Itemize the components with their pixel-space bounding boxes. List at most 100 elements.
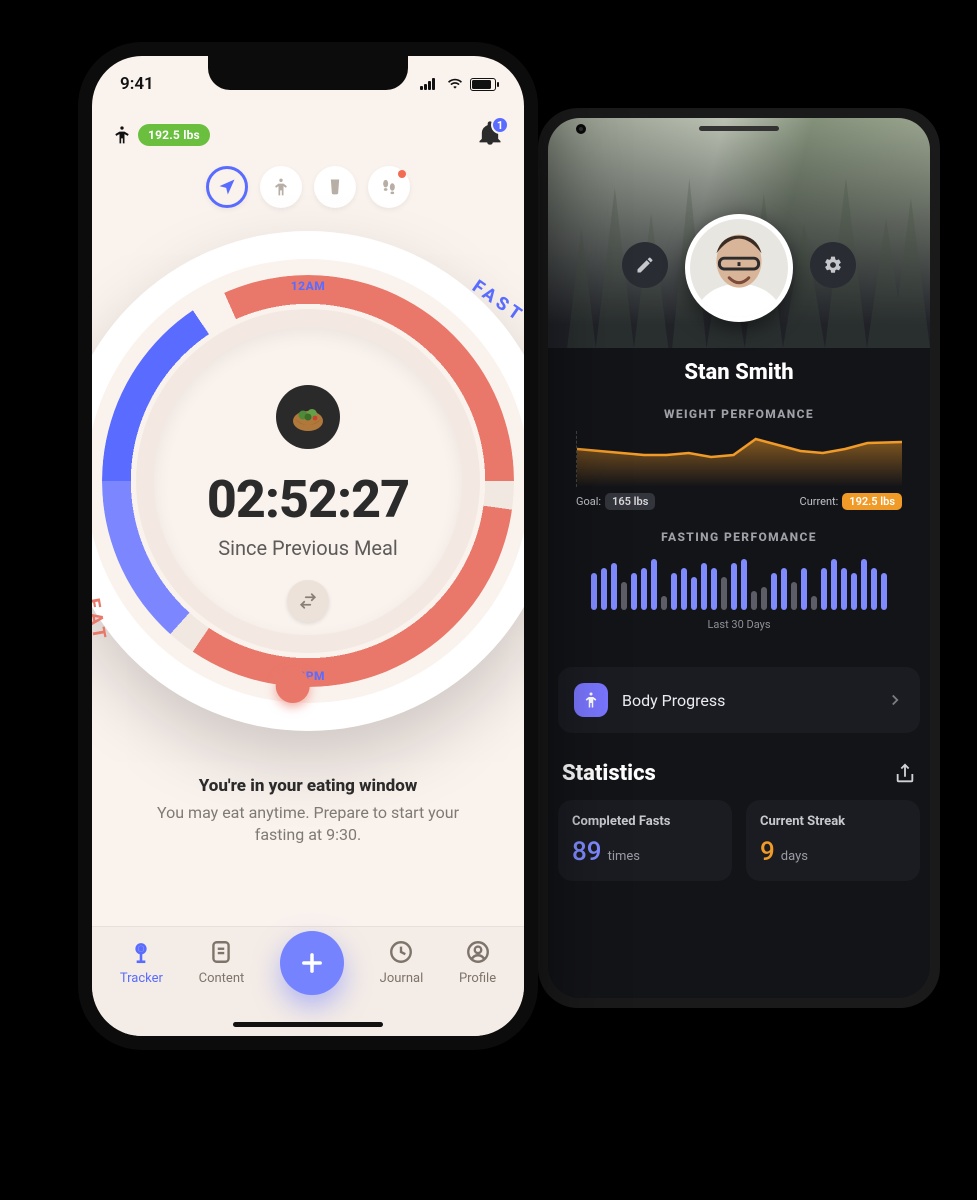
tab-label: Tracker — [120, 971, 163, 986]
settings-button[interactable] — [810, 242, 856, 288]
tab-profile[interactable]: Profile — [459, 939, 496, 986]
body-progress-icon-box — [574, 683, 608, 717]
fasting-bar — [731, 563, 737, 610]
dial-handle[interactable] — [276, 669, 310, 703]
fasting-bar — [811, 596, 817, 610]
fasting-bar — [651, 559, 657, 610]
footsteps-icon — [379, 177, 399, 197]
fasting-bar — [831, 559, 837, 610]
fasting-bar — [761, 587, 767, 610]
fasting-bar — [881, 573, 887, 610]
weight-performance-chart[interactable] — [576, 431, 902, 487]
fasting-bar — [701, 563, 707, 610]
completed-fasts-card[interactable]: Completed Fasts 89 times — [558, 800, 732, 881]
cup-icon — [325, 177, 345, 197]
fasting-bar — [861, 559, 867, 610]
fasting-bar — [781, 568, 787, 610]
mode-water[interactable] — [314, 166, 356, 208]
current-label: Current: — [800, 495, 839, 508]
weight-badge[interactable]: 192.5 lbs — [138, 124, 210, 146]
clock-icon — [388, 939, 414, 965]
fasting-bar — [671, 573, 677, 610]
iphone-device-frame: 9:41 192.5 lbs 1 — [78, 42, 538, 1050]
body-progress-label: Body Progress — [622, 691, 725, 710]
timer-value: 02:52:27 — [207, 469, 409, 530]
fasting-bar — [791, 582, 797, 610]
pencil-icon — [635, 255, 655, 275]
wifi-icon — [446, 77, 464, 91]
mode-steps[interactable] — [368, 166, 410, 208]
fasting-bar — [631, 573, 637, 610]
status-time: 9:41 — [120, 74, 154, 94]
fasting-bar — [621, 582, 627, 610]
mode-location[interactable] — [206, 166, 248, 208]
fasting-bar — [721, 577, 727, 610]
fasting-bar — [611, 563, 617, 610]
timer-subtitle: Since Previous Meal — [218, 536, 398, 560]
tracker-screen: 9:41 192.5 lbs 1 — [92, 56, 524, 1036]
fasting-dial[interactable]: 02:52:27 Since Previous Meal 12AM 12PM F… — [92, 231, 524, 731]
tab-label: Journal — [380, 971, 424, 986]
notifications-button[interactable]: 1 — [476, 119, 504, 151]
stat-title: Current Streak — [760, 814, 906, 829]
fasting-bar — [681, 568, 687, 610]
mode-body[interactable] — [260, 166, 302, 208]
add-button[interactable] — [280, 931, 344, 995]
plus-icon — [298, 949, 326, 977]
dial-top-label: 12AM — [291, 279, 325, 293]
stats-grid: Completed Fasts 89 times Current Streak 9… — [558, 800, 920, 881]
swap-button[interactable] — [287, 580, 329, 622]
body-icon[interactable] — [112, 123, 132, 147]
body-icon — [582, 691, 600, 709]
mode-switcher — [206, 166, 410, 208]
alert-dot — [398, 170, 406, 178]
fasting-bar — [661, 596, 667, 610]
target-icon — [128, 939, 154, 965]
weight-meta-row: Goal: 165 lbs Current:192.5 lbs — [576, 495, 902, 508]
cellular-icon — [420, 78, 440, 90]
stat-value: 89 — [572, 837, 602, 867]
tab-tracker[interactable]: Tracker — [120, 939, 163, 986]
fasting-bar — [711, 568, 717, 610]
notification-badge: 1 — [491, 116, 509, 134]
goal-chip: 165 lbs — [605, 493, 655, 510]
tab-bar: Tracker Content Journal Profile — [92, 926, 524, 1036]
gear-icon — [823, 255, 843, 275]
tab-journal[interactable]: Journal — [380, 939, 424, 986]
fasting-bar — [751, 591, 757, 610]
current-streak-card[interactable]: Current Streak 9 days — [746, 800, 920, 881]
stat-title: Completed Fasts — [572, 814, 718, 829]
fasting-section-title: FASTING PERFOMANCE — [576, 530, 902, 544]
fasting-bar — [871, 568, 877, 610]
stat-value: 9 — [760, 837, 775, 867]
fasting-bar — [691, 577, 697, 610]
tab-label: Content — [199, 971, 245, 986]
fasting-bar — [801, 568, 807, 610]
profile-name: Stan Smith — [576, 360, 902, 385]
share-icon[interactable] — [894, 763, 916, 785]
eating-window-message: You're in your eating window You may eat… — [92, 776, 524, 847]
chevron-right-icon — [886, 691, 904, 709]
stat-unit: days — [781, 849, 808, 864]
window-title: You're in your eating window — [146, 776, 470, 796]
fasting-bar — [841, 568, 847, 610]
edit-profile-button[interactable] — [622, 242, 668, 288]
tab-content[interactable]: Content — [199, 939, 245, 986]
fasting-chart-subtitle: Last 30 Days — [576, 618, 902, 631]
window-body: You may eat anytime. Prepare to start yo… — [146, 802, 470, 847]
profile-avatar[interactable] — [685, 214, 793, 322]
meal-icon[interactable] — [276, 385, 340, 449]
document-icon — [208, 939, 234, 965]
fasting-performance-chart[interactable] — [576, 554, 902, 610]
home-indicator[interactable] — [233, 1022, 383, 1027]
swap-icon — [299, 592, 317, 610]
goal-label: Goal: — [576, 495, 601, 508]
current-chip: 192.5 lbs — [842, 493, 902, 510]
stat-unit: times — [608, 849, 640, 864]
body-progress-row[interactable]: Body Progress — [558, 667, 920, 733]
profile-hero — [548, 118, 930, 348]
top-bar: 192.5 lbs 1 — [92, 112, 524, 158]
profile-screen: Stan Smith WEIGHT PERFOMANCE Goal:165 lb… — [548, 118, 930, 998]
fasting-bar — [591, 573, 597, 610]
statistics-header: Statistics — [562, 761, 916, 786]
